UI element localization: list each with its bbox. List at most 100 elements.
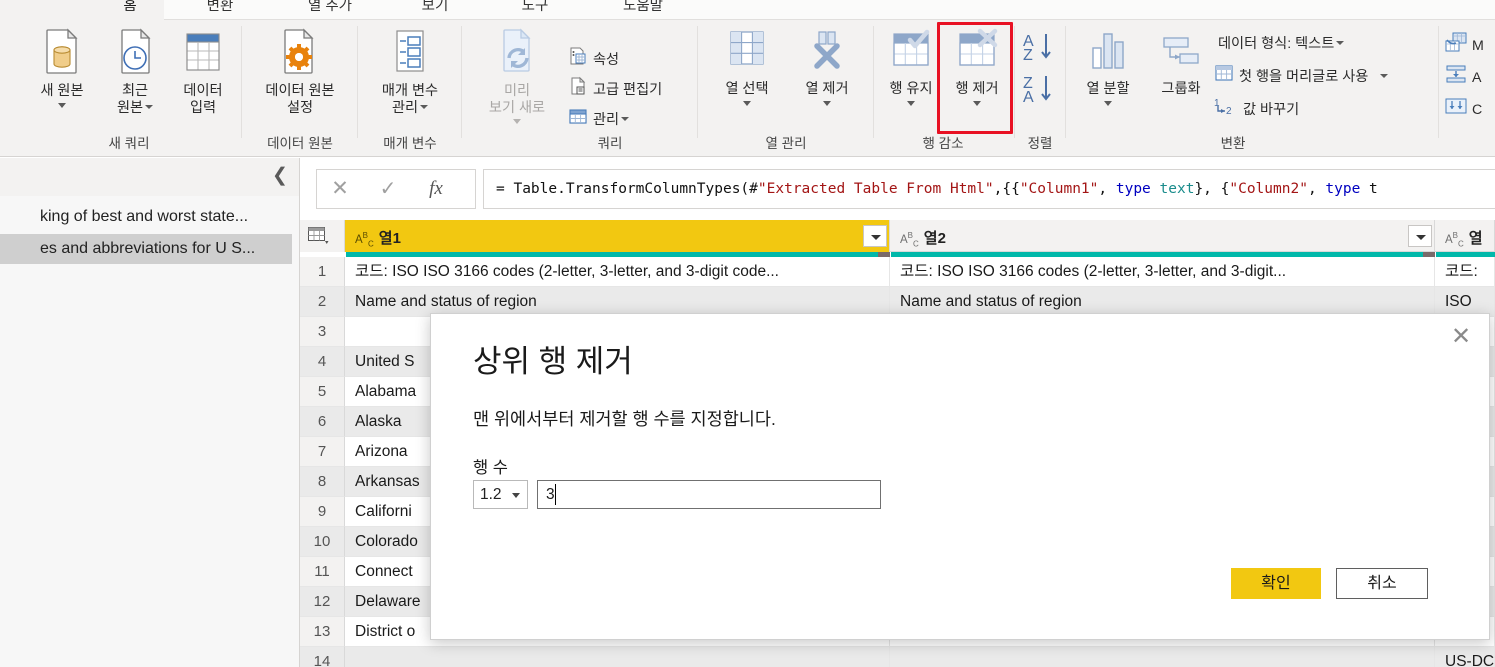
ribbon-group-transform: 열 분할 그룹화 데이터 형식: 텍스트 첫 행을 머리글로 사용 1 2 값 … [1068, 20, 1438, 156]
enter-data-button[interactable]: 데이터 입력 [172, 26, 234, 116]
use-first-row-chevron-down-icon[interactable] [1380, 74, 1389, 78]
keep-rows-button[interactable]: 행 유지 [878, 26, 944, 106]
formula-fx-icon[interactable]: fx [417, 170, 455, 208]
append-queries-button[interactable]: A [1445, 64, 1481, 88]
row-number[interactable]: 14 [300, 647, 345, 667]
row-number[interactable]: 10 [300, 527, 345, 557]
formula-token: type [1325, 181, 1361, 197]
row-number[interactable]: 6 [300, 407, 345, 437]
remove-rows-button[interactable]: 행 제거 [944, 26, 1010, 106]
choose-columns-chevron-down-icon[interactable] [743, 100, 751, 106]
formula-cancel-button[interactable]: ✕ [321, 170, 359, 208]
column-header-2[interactable]: ABC 열2 [890, 220, 1435, 252]
row-number[interactable]: 4 [300, 347, 345, 377]
advanced-editor-button[interactable]: 고급 편집기 [568, 76, 662, 100]
manage-parameters-chevron-down-icon[interactable] [420, 104, 429, 109]
row-count-type-selector[interactable]: 1.2 [473, 480, 528, 509]
collapse-pane-chevron-left-icon[interactable]: ❮ [270, 166, 290, 186]
row-number[interactable]: 1 [300, 257, 345, 287]
refresh-preview-chevron-down-icon[interactable] [513, 119, 521, 124]
tab-home[interactable]: 홈 [96, 0, 164, 20]
column-header-1[interactable]: ABC 열1 [345, 220, 890, 252]
tab-tools[interactable]: 도구 [500, 0, 570, 20]
recent-source-button[interactable]: 최근 원본 [104, 26, 166, 116]
dialog-cancel-button[interactable]: 취소 [1336, 568, 1428, 599]
dialog-ok-button[interactable]: 확인 [1231, 568, 1321, 599]
formula-accept-button[interactable]: ✓ [369, 170, 407, 208]
remove-columns-chevron-down-icon[interactable] [823, 100, 831, 106]
sort-ascending-button[interactable]: A Z [1018, 30, 1062, 69]
sort-descending-button[interactable]: Z A [1018, 72, 1062, 111]
query-list-item-1[interactable]: king of best and worst state... [0, 202, 292, 232]
column-header-3[interactable]: ABC 열 [1435, 220, 1495, 252]
row-number[interactable]: 11 [300, 557, 345, 587]
recent-source-icon [121, 28, 151, 74]
remove-rows-chevron-down-icon[interactable] [973, 100, 981, 106]
new-source-label: 새 원본 [40, 83, 84, 99]
remove-columns-icon [814, 31, 840, 69]
data-source-settings-button[interactable]: 데이터 원본 설정 [248, 26, 352, 116]
query-properties-button[interactable]: 속성 [568, 46, 619, 70]
grid-cell[interactable]: 코드: ISO ISO 3166 codes (2-letter, 3-lett… [890, 257, 1435, 287]
row-number[interactable]: 9 [300, 497, 345, 527]
column-filter-button-2[interactable] [1408, 225, 1432, 247]
data-type-dropdown[interactable]: 데이터 형식: 텍스트 [1218, 32, 1345, 56]
row-count-type-chevron-down-icon[interactable] [512, 493, 520, 498]
refresh-preview-icon [503, 28, 531, 72]
remove-rows-label: 행 제거 [955, 81, 999, 97]
recent-source-chevron-down-icon[interactable] [145, 104, 154, 109]
new-source-button[interactable]: 새 원본 [26, 26, 98, 108]
remove-columns-button[interactable]: 열 제거 [790, 26, 864, 106]
tab-view[interactable]: 보기 [400, 0, 470, 20]
split-column-button[interactable]: 열 분할 [1072, 26, 1144, 106]
tab-help[interactable]: 도움말 [600, 0, 686, 20]
manage-parameters-label-2-text: 관리 [391, 99, 419, 116]
row-count-input[interactable] [537, 480, 881, 509]
tab-add-column[interactable]: 열 추가 [285, 0, 375, 20]
row-number[interactable]: 7 [300, 437, 345, 467]
grid-cell[interactable] [345, 647, 890, 667]
combine-files-button[interactable]: C [1445, 96, 1482, 120]
keep-rows-chevron-down-icon[interactable] [907, 100, 915, 106]
svg-text:2: 2 [1226, 106, 1232, 116]
grid-cell[interactable]: US-DC [1435, 647, 1495, 667]
query-list-item-2[interactable]: es and abbreviations for U S... [0, 234, 292, 264]
data-type-chevron-down-icon[interactable] [1336, 41, 1345, 46]
grid-cell[interactable]: 코드: [1435, 257, 1495, 287]
manage-parameters-label-1: 매개 변수 [381, 83, 439, 99]
formula-token: "Column2" [1229, 181, 1308, 197]
manage-query-chevron-down-icon[interactable] [621, 117, 630, 121]
keep-rows-icon [893, 29, 930, 66]
split-column-chevron-down-icon[interactable] [1104, 100, 1112, 106]
replace-values-button[interactable]: 1 2 값 바꾸기 [1214, 96, 1299, 120]
use-first-row-as-headers-button[interactable]: 첫 행을 머리글로 사용 [1214, 64, 1389, 88]
ribbon-group-sort: A Z Z A 정렬 [1016, 20, 1064, 156]
dialog-close-icon[interactable]: ✕ [1447, 324, 1475, 352]
ribbon-group-new-query: 새 원본 최근 원본 데이터 입력 새 쿼리 [18, 20, 240, 156]
keep-rows-label: 행 유지 [889, 81, 933, 97]
formula-input[interactable]: = Table.TransformColumnTypes(#"Extracted… [483, 169, 1495, 209]
power-query-editor-window: 홈 변환 열 추가 보기 도구 도움말 새 원본 최근 원본 데이터 입력 새 … [0, 0, 1495, 667]
merge-queries-button[interactable]: M [1445, 32, 1484, 56]
grid-cell[interactable]: 코드: ISO ISO 3166 codes (2-letter, 3-lett… [345, 257, 890, 287]
manage-query-button[interactable]: 관리 [568, 106, 630, 130]
use-first-row-label: 첫 행을 머리글로 사용 [1239, 68, 1369, 85]
row-number[interactable]: 8 [300, 467, 345, 497]
row-number[interactable]: 12 [300, 587, 345, 617]
refresh-preview-button[interactable]: 미리 보기 새로 [472, 26, 562, 124]
group-by-button[interactable]: 그룹화 [1148, 26, 1214, 98]
row-number[interactable]: 3 [300, 317, 345, 347]
ribbon-group-reduce-rows: 행 유지 행 제거 행 감소 [876, 20, 1010, 156]
data-source-settings-icon [284, 28, 314, 74]
tab-transform[interactable]: 변환 [185, 0, 255, 20]
new-source-chevron-down-icon[interactable] [58, 102, 66, 108]
choose-columns-button[interactable]: 열 선택 [710, 26, 784, 106]
grid-select-all-button[interactable] [300, 220, 345, 252]
column-filter-button-1[interactable] [863, 225, 887, 247]
column-type-text-icon-3: ABC [1445, 231, 1464, 249]
grid-cell[interactable] [890, 647, 1435, 667]
row-number[interactable]: 5 [300, 377, 345, 407]
row-number[interactable]: 2 [300, 287, 345, 317]
row-number[interactable]: 13 [300, 617, 345, 647]
manage-parameters-button[interactable]: 매개 변수 관리 [364, 26, 456, 116]
